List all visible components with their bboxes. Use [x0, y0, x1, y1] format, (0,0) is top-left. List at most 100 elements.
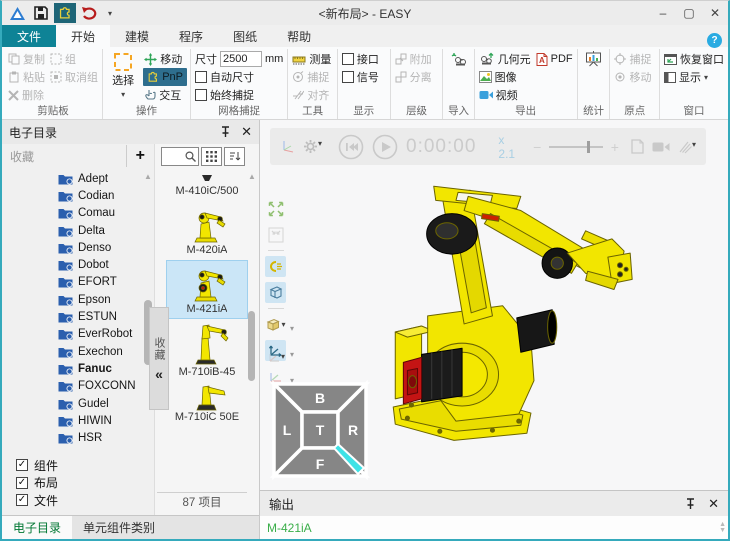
- move-button[interactable]: 移动: [143, 50, 187, 68]
- measure-button[interactable]: 测量: [291, 50, 332, 68]
- brand-item[interactable]: Codian: [58, 187, 154, 204]
- filter-files[interactable]: 文件: [16, 492, 154, 510]
- annotate-pen-icon[interactable]: [678, 140, 696, 154]
- qat-dropdown[interactable]: [108, 8, 112, 18]
- pin-icon[interactable]: [220, 126, 231, 138]
- view-cube[interactable]: B L T R F: [270, 372, 370, 482]
- copy-button[interactable]: 复制: [7, 50, 46, 68]
- viewport-3d[interactable]: 0:00:00 x 2.1 − + ▾: [260, 120, 728, 490]
- add-favorite-button[interactable]: +: [126, 145, 154, 167]
- always-snap-checkbox[interactable]: 始终捕捉: [194, 86, 284, 104]
- brand-item[interactable]: Gudel: [58, 395, 154, 412]
- lighting-button[interactable]: [265, 256, 286, 277]
- group-button[interactable]: 组: [49, 50, 99, 68]
- scroll-up-icon[interactable]: ▲: [144, 172, 152, 181]
- export-pdf-button[interactable]: APDF: [535, 50, 574, 68]
- sort-button[interactable]: [224, 147, 245, 166]
- slider-handle[interactable]: [587, 141, 590, 153]
- import-button[interactable]: [449, 50, 469, 68]
- speed-plus-button[interactable]: +: [611, 139, 619, 155]
- maximize-button[interactable]: ▢: [676, 3, 702, 23]
- brand-item[interactable]: FOXCONN: [58, 378, 154, 395]
- export-geometry-button[interactable]: 几何元: [478, 50, 532, 68]
- size-input[interactable]: [220, 51, 262, 67]
- model-item-selected[interactable]: M-421iA: [167, 261, 247, 318]
- settings-gear-icon[interactable]: [303, 139, 322, 154]
- brand-item[interactable]: EFORT: [58, 274, 154, 291]
- tab-file[interactable]: 文件: [2, 25, 56, 47]
- robot-model[interactable]: [368, 166, 704, 490]
- export-video-button[interactable]: 视频: [478, 86, 532, 104]
- model-item[interactable]: M-710iC 50E: [167, 383, 247, 426]
- favorites-collapse-handle[interactable]: 收藏 «: [149, 307, 169, 410]
- scroll-up-icon[interactable]: ▲: [248, 172, 256, 181]
- signal-checkbox[interactable]: 信号: [341, 68, 380, 86]
- speed-minus-button[interactable]: −: [533, 139, 541, 155]
- filter-components[interactable]: 组件: [16, 457, 154, 475]
- interact-button[interactable]: 交互: [143, 86, 187, 104]
- output-close-icon[interactable]: ✕: [708, 496, 719, 512]
- ungroup-button[interactable]: 取消组: [49, 68, 99, 86]
- pnp-button[interactable]: PnP: [143, 68, 187, 86]
- save-button[interactable]: [30, 3, 52, 23]
- restore-window-button[interactable]: 恢复窗口: [663, 50, 725, 68]
- filter-layout[interactable]: 布局: [16, 474, 154, 492]
- export-pdf-icon[interactable]: [631, 139, 644, 154]
- output-scrollbar[interactable]: ▲▼: [719, 516, 726, 539]
- brand-item[interactable]: Exechon: [58, 343, 154, 360]
- origin-move-button[interactable]: 移动: [613, 68, 652, 86]
- panel-close-icon[interactable]: ✕: [241, 124, 252, 140]
- brand-item-selected[interactable]: Fanuc: [58, 360, 154, 377]
- brand-item[interactable]: Denso: [58, 239, 154, 256]
- brand-item[interactable]: Dobot: [58, 256, 154, 273]
- paste-button[interactable]: 粘贴: [7, 68, 46, 86]
- scrollbar-thumb[interactable]: [248, 311, 255, 381]
- show-window-button[interactable]: 显示: [663, 68, 725, 86]
- tab-drawing[interactable]: 图纸: [218, 25, 272, 47]
- mini-axis-icon[interactable]: [268, 352, 285, 363]
- origin-snap-button[interactable]: 捕捉: [613, 50, 652, 68]
- export-image-button[interactable]: 图像: [478, 68, 532, 86]
- brand-item[interactable]: Comau: [58, 205, 154, 222]
- delete-button[interactable]: 删除: [7, 86, 46, 104]
- brand-item[interactable]: Delta: [58, 222, 154, 239]
- undo-button[interactable]: [78, 3, 100, 23]
- axis-triad-icon[interactable]: [280, 139, 295, 154]
- model-item[interactable]: M-420iA: [167, 202, 247, 259]
- select-button[interactable]: 选择: [106, 50, 140, 100]
- pnp-toggle-button[interactable]: [54, 3, 76, 23]
- speed-slider[interactable]: [549, 146, 603, 148]
- auto-size-checkbox[interactable]: 自动尺寸: [194, 68, 284, 86]
- grid-view-button[interactable]: [201, 147, 222, 166]
- zoom-fit-button[interactable]: [265, 198, 286, 219]
- close-button[interactable]: ✕: [702, 3, 728, 23]
- render-mode-button[interactable]: [265, 282, 286, 303]
- brand-item[interactable]: Adept: [58, 170, 154, 187]
- tab-modeling[interactable]: 建模: [110, 25, 164, 47]
- tab-component-category[interactable]: 单元组件类别: [72, 516, 166, 539]
- model-list-scrollbar[interactable]: ▲: [248, 172, 257, 489]
- statistics-button[interactable]: [584, 50, 603, 68]
- brand-item[interactable]: Epson: [58, 291, 154, 308]
- detach-button[interactable]: 分离: [394, 68, 433, 86]
- snap-button[interactable]: 捕捉: [291, 68, 332, 86]
- solid-view-button[interactable]: ▾: [265, 314, 286, 335]
- record-video-icon[interactable]: [652, 141, 670, 153]
- help-icon[interactable]: ?: [707, 33, 722, 48]
- attach-button[interactable]: 附加: [394, 50, 433, 68]
- brand-item[interactable]: HSR: [58, 429, 154, 446]
- pin-icon[interactable]: [685, 498, 696, 510]
- interface-checkbox[interactable]: 接口: [341, 50, 380, 68]
- tab-program[interactable]: 程序: [164, 25, 218, 47]
- tab-start[interactable]: 开始: [56, 25, 110, 47]
- brand-item[interactable]: HIWIN: [58, 412, 154, 429]
- brand-item[interactable]: EverRobot: [58, 326, 154, 343]
- tab-help[interactable]: 帮助: [272, 25, 326, 47]
- minimize-button[interactable]: –: [650, 3, 676, 23]
- model-item[interactable]: M-410iC/500: [167, 171, 247, 200]
- brand-item[interactable]: ESTUN: [58, 308, 154, 325]
- align-button[interactable]: 对齐: [291, 86, 332, 104]
- rewind-button[interactable]: [338, 134, 364, 160]
- tab-catalog[interactable]: 电子目录: [2, 516, 72, 539]
- play-button[interactable]: [372, 134, 398, 160]
